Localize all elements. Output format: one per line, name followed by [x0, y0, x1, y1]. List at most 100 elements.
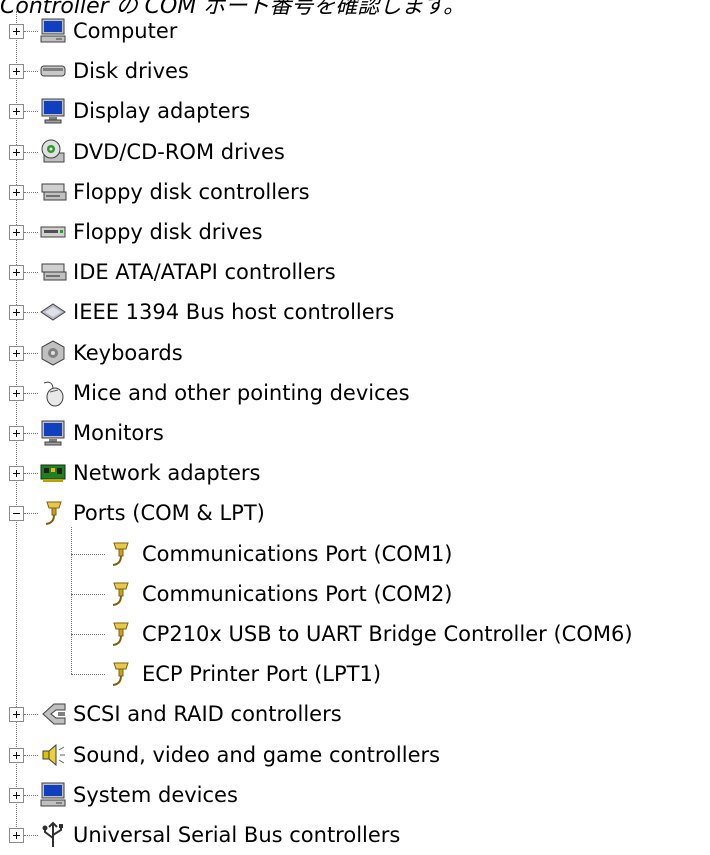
tree-item-system-devices[interactable]: System devices [73, 775, 238, 815]
tree-item-dvd-cd-rom-drives[interactable]: DVD/CD-ROM drives [73, 132, 285, 172]
tree-connector [24, 473, 38, 475]
expand-toggle[interactable] [9, 265, 24, 281]
tree-child-cp210x-usb-to-uart-bridge-controller-com6[interactable]: CP210x USB to UART Bridge Controller (CO… [142, 614, 633, 654]
tree-child-ecp-printer-port-lpt1[interactable]: ECP Printer Port (LPT1) [142, 654, 381, 694]
computer-icon [38, 16, 68, 46]
expand-toggle[interactable] [9, 385, 24, 401]
tree-item-label: Network adapters [73, 461, 261, 486]
tree-item-label: ECP Printer Port (LPT1) [142, 662, 382, 687]
tree-item-label: Communications Port (COM1) [142, 541, 453, 566]
tree-connector [24, 513, 38, 515]
tree-connector [24, 714, 38, 716]
tree-connector [24, 392, 38, 394]
ide-controller-icon [38, 257, 68, 287]
expand-toggle[interactable] [9, 345, 24, 361]
tree-connector [24, 272, 38, 274]
tree-item-label: Disk drives [73, 59, 189, 84]
tree-item-computer[interactable]: Computer [73, 11, 177, 51]
tree-item-sound-video-and-game-controllers[interactable]: Sound, video and game controllers [73, 735, 440, 775]
port-icon [105, 579, 135, 609]
tree-item-label: Display adapters [73, 99, 251, 124]
tree-item-universal-serial-bus-controllers[interactable]: Universal Serial Bus controllers [73, 815, 400, 855]
expand-toggle[interactable] [9, 104, 24, 120]
expand-toggle[interactable] [9, 707, 24, 723]
tree-item-label: Universal Serial Bus controllers [73, 823, 401, 847]
port-icon [105, 619, 135, 649]
tree-connector [71, 553, 105, 555]
expand-toggle[interactable] [9, 64, 24, 80]
tree-item-scsi-and-raid-controllers[interactable]: SCSI and RAID controllers [73, 694, 342, 734]
monitor-icon [38, 418, 68, 448]
keyboard-icon [38, 338, 68, 368]
expand-toggle[interactable] [9, 426, 24, 441]
tree-item-label: Ports (COM & LPT) [73, 501, 265, 526]
tree-item-label: IDE ATA/ATAPI controllers [73, 260, 336, 285]
tree-item-label: Sound, video and game controllers [73, 742, 441, 767]
tree-connector [24, 352, 38, 354]
tree-child-communications-port-com1[interactable]: Communications Port (COM1) [142, 534, 453, 574]
tree-connector [24, 31, 38, 32]
expand-toggle[interactable] [9, 184, 24, 200]
tree-item-label: SCSI and RAID controllers [73, 702, 342, 727]
collapse-toggle[interactable] [9, 506, 24, 522]
tree-item-ports-com-lpt[interactable]: Ports (COM & LPT) [73, 493, 265, 533]
expand-toggle[interactable] [9, 747, 24, 763]
tree-connector [24, 835, 38, 836]
tree-connector [24, 433, 38, 434]
tree-item-label: Computer [73, 19, 178, 43]
expand-toggle[interactable] [9, 466, 24, 482]
display-adapter-icon [38, 96, 68, 126]
disk-drive-icon [38, 56, 68, 86]
tree-item-label: CP210x USB to UART Bridge Controller (CO… [142, 622, 633, 646]
tree-item-disk-drives[interactable]: Disk drives [73, 51, 189, 91]
network-adapter-icon [38, 458, 68, 488]
tree-connector [24, 111, 38, 113]
system-devices-icon [38, 780, 68, 810]
floppy-controller-icon [38, 177, 68, 207]
tree-item-label: Floppy disk drives [73, 220, 263, 244]
tree-connector [71, 527, 72, 675]
port-icon [105, 539, 135, 569]
expand-toggle[interactable] [9, 225, 24, 240]
tree-connector [24, 794, 38, 796]
tree-connector [24, 232, 38, 233]
tree-connector [71, 634, 105, 635]
dvd-drive-icon [38, 137, 68, 167]
tree-item-ieee-1394-bus-host-controllers[interactable]: IEEE 1394 Bus host controllers [73, 292, 394, 332]
device-tree: Computer Disk drives Display adapters DVD/C… [0, 0, 710, 847]
expand-toggle[interactable] [9, 24, 24, 39]
tree-connector [24, 71, 38, 73]
tree-item-label: Mice and other pointing devices [73, 380, 410, 405]
expand-toggle[interactable] [9, 144, 24, 160]
ieee1394-icon [38, 297, 68, 327]
tree-child-communications-port-com2[interactable]: Communications Port (COM2) [142, 574, 453, 614]
tree-item-display-adapters[interactable]: Display adapters [73, 91, 250, 131]
port-icon [38, 498, 68, 528]
tree-connector [24, 312, 38, 314]
tree-connector [24, 151, 38, 153]
tree-connector [24, 754, 38, 756]
tree-item-ide-ata-atapi-controllers[interactable]: IDE ATA/ATAPI controllers [73, 252, 336, 292]
expand-toggle[interactable] [9, 305, 24, 321]
tree-item-monitors[interactable]: Monitors [73, 413, 164, 453]
tree-connector [71, 593, 105, 595]
tree-item-label: IEEE 1394 Bus host controllers [73, 300, 395, 325]
tree-item-label: System devices [73, 782, 238, 807]
mouse-icon [38, 378, 68, 408]
expand-toggle[interactable] [9, 828, 24, 843]
tree-item-label: Monitors [73, 421, 164, 445]
tree-item-label: Communications Port (COM2) [142, 581, 453, 606]
expand-toggle[interactable] [9, 787, 24, 803]
tree-item-label: DVD/CD-ROM drives [73, 139, 285, 164]
tree-item-label: Floppy disk controllers [73, 179, 310, 204]
tree-item-label: Keyboards [73, 340, 183, 365]
scsi-controller-icon [38, 699, 68, 729]
tree-connector [24, 191, 38, 193]
tree-item-keyboards[interactable]: Keyboards [73, 333, 183, 373]
tree-item-floppy-disk-controllers[interactable]: Floppy disk controllers [73, 172, 310, 212]
tree-item-mice-and-other-pointing-devices[interactable]: Mice and other pointing devices [73, 373, 410, 413]
tree-connector [71, 674, 105, 676]
floppy-drive-icon [38, 217, 68, 247]
tree-item-floppy-disk-drives[interactable]: Floppy disk drives [73, 212, 263, 252]
tree-item-network-adapters[interactable]: Network adapters [73, 453, 260, 493]
